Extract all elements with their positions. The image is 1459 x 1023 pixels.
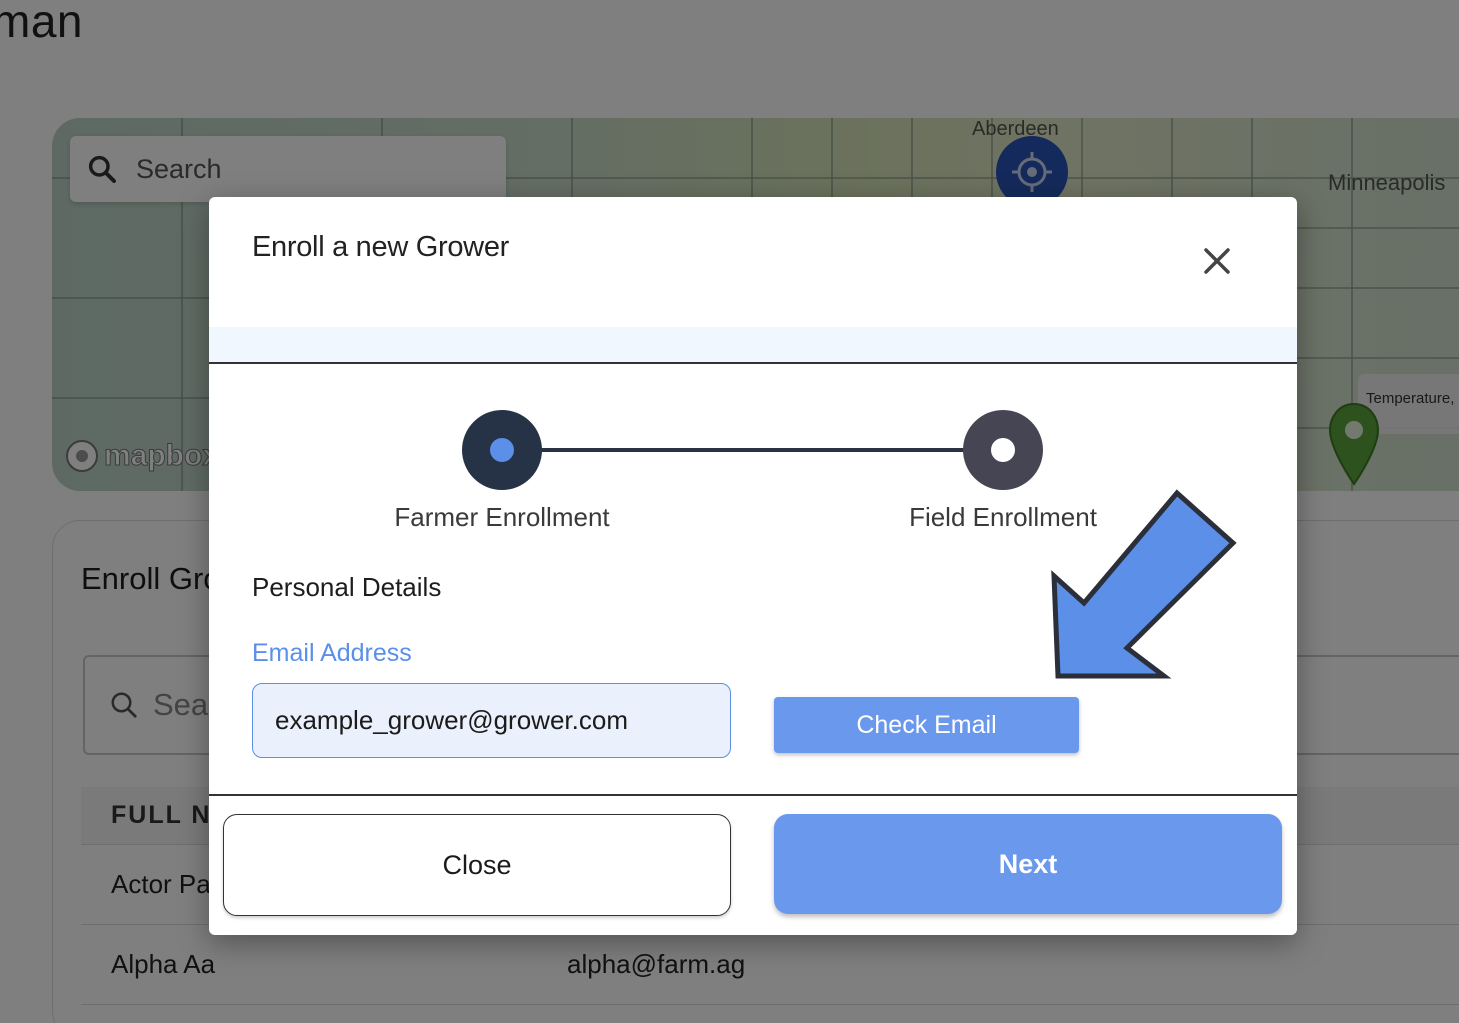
stepper-connector [539,448,1005,452]
footer-divider [209,794,1297,796]
step-dot-active [490,438,514,462]
step-dot-pending [991,438,1015,462]
close-button[interactable]: Close [223,814,731,916]
next-button[interactable]: Next [774,814,1282,914]
step-indicator-field-enrollment[interactable] [963,410,1043,490]
email-address-label: Email Address [252,639,412,667]
close-icon[interactable] [1197,241,1237,281]
modal-title: Enroll a new Grower [252,231,510,263]
step-label-farmer-enrollment: Farmer Enrollment [394,502,610,532]
section-title-personal-details: Personal Details [252,572,442,602]
email-field[interactable] [252,683,731,758]
modal-header-band [209,327,1297,364]
annotation-arrow-icon [1051,489,1237,679]
check-email-button[interactable]: Check Email [774,697,1079,753]
step-indicator-farmer-enrollment[interactable] [462,410,542,490]
